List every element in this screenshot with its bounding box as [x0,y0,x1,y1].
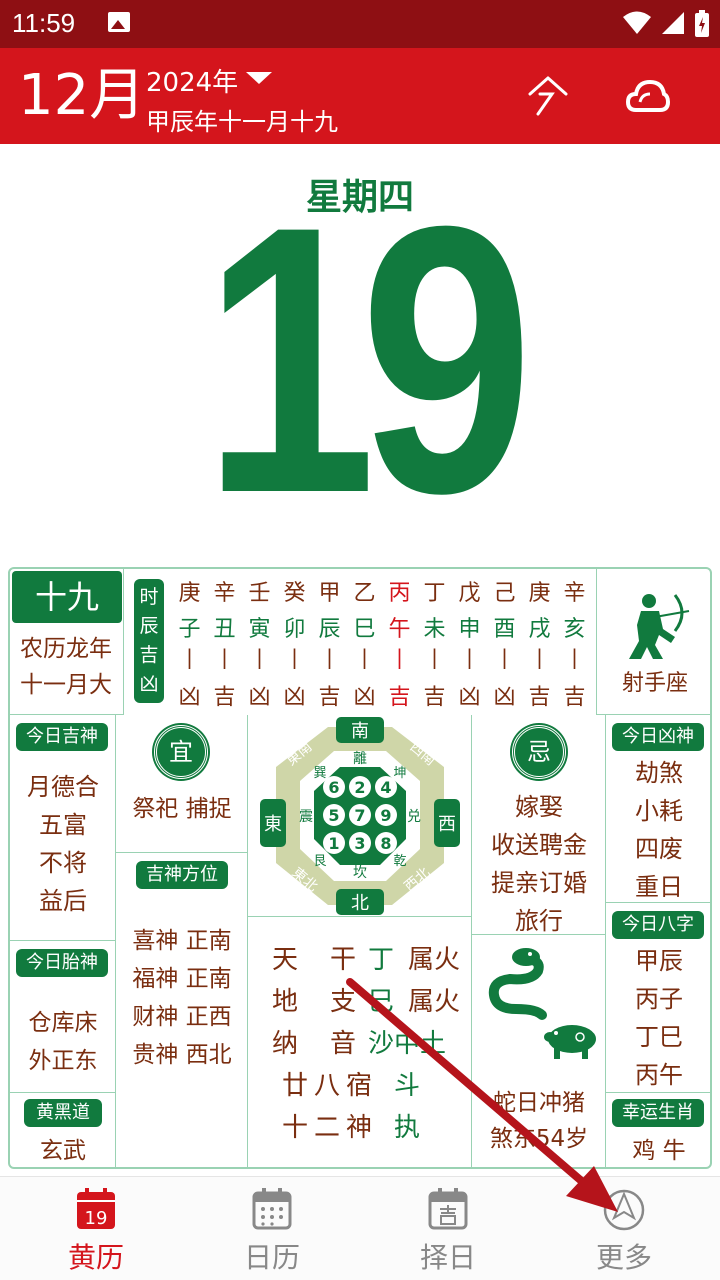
annotation-arrow [346,978,618,1212]
